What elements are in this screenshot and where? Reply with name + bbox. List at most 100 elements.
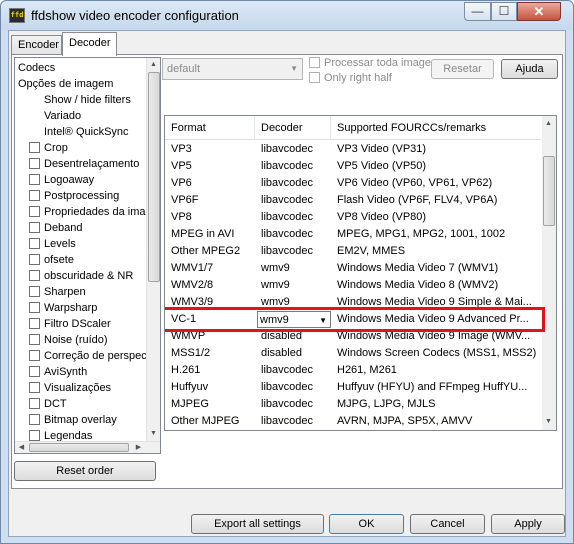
table-row[interactable]: Huffyuv libavcodec Huffyuv (HFYU) and FFmp… [165,379,541,396]
checkbox-icon[interactable] [29,366,40,377]
tree-item[interactable]: Propriedades da imagem [29,204,160,220]
tree-item[interactable]: Show / hide filters [44,92,131,108]
table-row[interactable]: VP3 libavcodec VP3 Video (VP31) [165,141,541,158]
chevron-down-icon[interactable]: ▼ [319,312,327,329]
preset-select[interactable]: default ▼ [162,58,303,80]
tree-vertical-scrollbar[interactable]: ▲ ▼ [146,58,160,441]
format-cell: WMV3/9 [171,296,214,308]
table-row[interactable]: VP6F libavcodec Flash Video (VP6F, FLV4, V… [165,192,541,209]
cancel-button[interactable]: Cancel [410,514,485,534]
decoder-cell: libavcodec [261,245,313,257]
close-button[interactable]: ✕ [517,2,561,21]
checkbox-icon[interactable] [29,158,40,169]
tree-item[interactable]: Logoaway [29,172,94,188]
scroll-up-icon[interactable]: ▲ [147,58,160,71]
checkbox-icon[interactable] [29,334,40,345]
column-remarks[interactable]: Supported FOURCCs/remarks [331,116,541,140]
checkbox-icon[interactable] [29,382,40,393]
table-row[interactable]: MPEG in AVI libavcodec MPEG, MPG1, MPG2, 1… [165,226,541,243]
tree-item[interactable]: Postprocessing [29,188,119,204]
tree-scroll-thumb[interactable] [148,72,160,282]
reset-order-button[interactable]: Reset order [14,461,156,481]
table-row[interactable]: MSS1/2 disabled Windows Screen Codecs (MSS… [165,345,541,362]
tree-item[interactable]: AviSynth [29,364,87,380]
checkbox-icon[interactable] [29,286,40,297]
tree-item[interactable]: Filtro DScaler [29,316,111,332]
table-row[interactable]: WMV3/9 wmv9 Windows Media Video 9 Simple &… [165,294,541,311]
checkbox-icon[interactable] [29,414,40,425]
checkbox-icon[interactable] [29,222,40,233]
table-row[interactable]: WMV1/7 wmv9 Windows Media Video 7 (WMV1) [165,260,541,277]
tree-item[interactable]: Levels [29,236,76,252]
scroll-left-icon[interactable]: ◀ [15,441,28,453]
column-decoder[interactable]: Decoder [255,116,331,140]
table-row[interactable]: VP5 libavcodec VP5 Video (VP50) [165,158,541,175]
only-right-half-checkbox[interactable]: Only right half [309,71,392,85]
format-cell: H.261 [171,364,201,376]
checkbox-icon[interactable] [29,318,40,329]
tree-item[interactable]: Correção de perspectiva [29,348,160,364]
tree-item[interactable]: DCT [29,396,67,412]
checkbox-icon[interactable] [29,350,40,361]
ajuda-button[interactable]: Ajuda [501,59,558,79]
tree-item[interactable]: Codecs [18,60,55,76]
tree-item[interactable]: Deband [29,220,83,236]
remarks-cell: MPEG, MPG1, MPG2, 1001, 1002 [337,228,506,240]
ok-button[interactable]: OK [329,514,404,534]
title-bar[interactable]: ffd ffdshow video encoder configuration … [1,1,573,30]
table-row[interactable]: VP6 libavcodec VP6 Video (VP60, VP61, VP62… [165,175,541,192]
minimize-button[interactable]: — [464,2,491,21]
tree-item[interactable]: Crop [29,140,68,156]
column-format[interactable]: Format [165,116,255,140]
list-scroll-thumb[interactable] [543,156,555,226]
tree-item[interactable]: Opções de imagem [18,76,113,92]
checkbox-icon[interactable] [29,398,40,409]
scroll-down-icon[interactable]: ▼ [542,415,555,428]
tree-item[interactable]: Visualizações [29,380,111,396]
tree-item[interactable]: Intel® QuickSync [44,124,129,140]
table-row[interactable]: WMVP disabled Windows Media Video 9 Image … [165,328,541,345]
processar-toda-imagem-checkbox[interactable]: Processar toda imagem [309,56,440,70]
checkbox-icon[interactable] [29,190,40,201]
scroll-up-icon[interactable]: ▲ [542,117,555,130]
tree-item[interactable]: Warpsharp [29,300,97,316]
tree-item[interactable]: Bitmap overlay [29,412,117,428]
table-row[interactable]: Other MPEG2 libavcodec EM2V, MMES [165,243,541,260]
export-all-settings-button[interactable]: Export all settings [191,514,324,534]
filter-tree[interactable]: Codecs Opções de imagem Show / hide filter… [14,57,161,454]
checkbox-icon[interactable] [29,254,40,265]
decoder-select[interactable]: wmv9 ▼ [257,311,331,328]
checkbox-icon[interactable] [29,142,40,153]
tree-item[interactable]: ofsete [29,252,74,268]
checkbox-icon[interactable] [29,270,40,281]
scroll-down-icon[interactable]: ▼ [147,427,160,440]
close-icon: ✕ [533,4,545,19]
tab-decoder[interactable]: Decoder [62,32,117,56]
table-row[interactable]: VP8 libavcodec VP8 Video (VP80) [165,209,541,226]
table-row[interactable]: WMV2/8 wmv9 Windows Media Video 8 (WMV2) [165,277,541,294]
list-vertical-scrollbar[interactable]: ▲ ▼ [542,116,556,430]
tree-item[interactable]: obscuridade & NR [29,268,133,284]
maximize-button[interactable]: ☐ [491,2,517,21]
checkbox-icon[interactable] [29,430,40,441]
checkbox-icon[interactable] [29,174,40,185]
scroll-right-icon[interactable]: ▶ [132,441,145,453]
tree-item[interactable]: Sharpen [29,284,86,300]
checkbox-icon[interactable] [29,238,40,249]
tree-horizontal-scrollbar[interactable]: ◀ ▶ [15,441,160,453]
decoder-cell: disabled [261,347,302,359]
checkbox-icon[interactable] [29,206,40,217]
table-row[interactable]: MJPEG libavcodec MJPG, LJPG, MJLS [165,396,541,413]
resetar-button[interactable]: Resetar [431,59,494,79]
remarks-cell: H261, M261 [337,364,397,376]
checkbox-icon[interactable] [29,302,40,313]
tree-hscroll-thumb[interactable] [29,443,129,452]
table-row[interactable]: H.261 libavcodec H261, M261 [165,362,541,379]
table-row[interactable]: Other MJPEG libavcodec AVRN, MJPA, SP5X, A… [165,413,541,430]
apply-button[interactable]: Apply [491,514,565,534]
table-row[interactable]: VC-1 wmv9 ▼ Windows Media Video 9 Advanced … [165,307,545,332]
tree-item[interactable]: Desentrelaçamento [29,156,139,172]
tree-item[interactable]: Noise (ruído) [29,332,108,348]
tree-item[interactable]: Variado [44,108,81,124]
tab-encoder[interactable]: Encoder [11,35,62,55]
